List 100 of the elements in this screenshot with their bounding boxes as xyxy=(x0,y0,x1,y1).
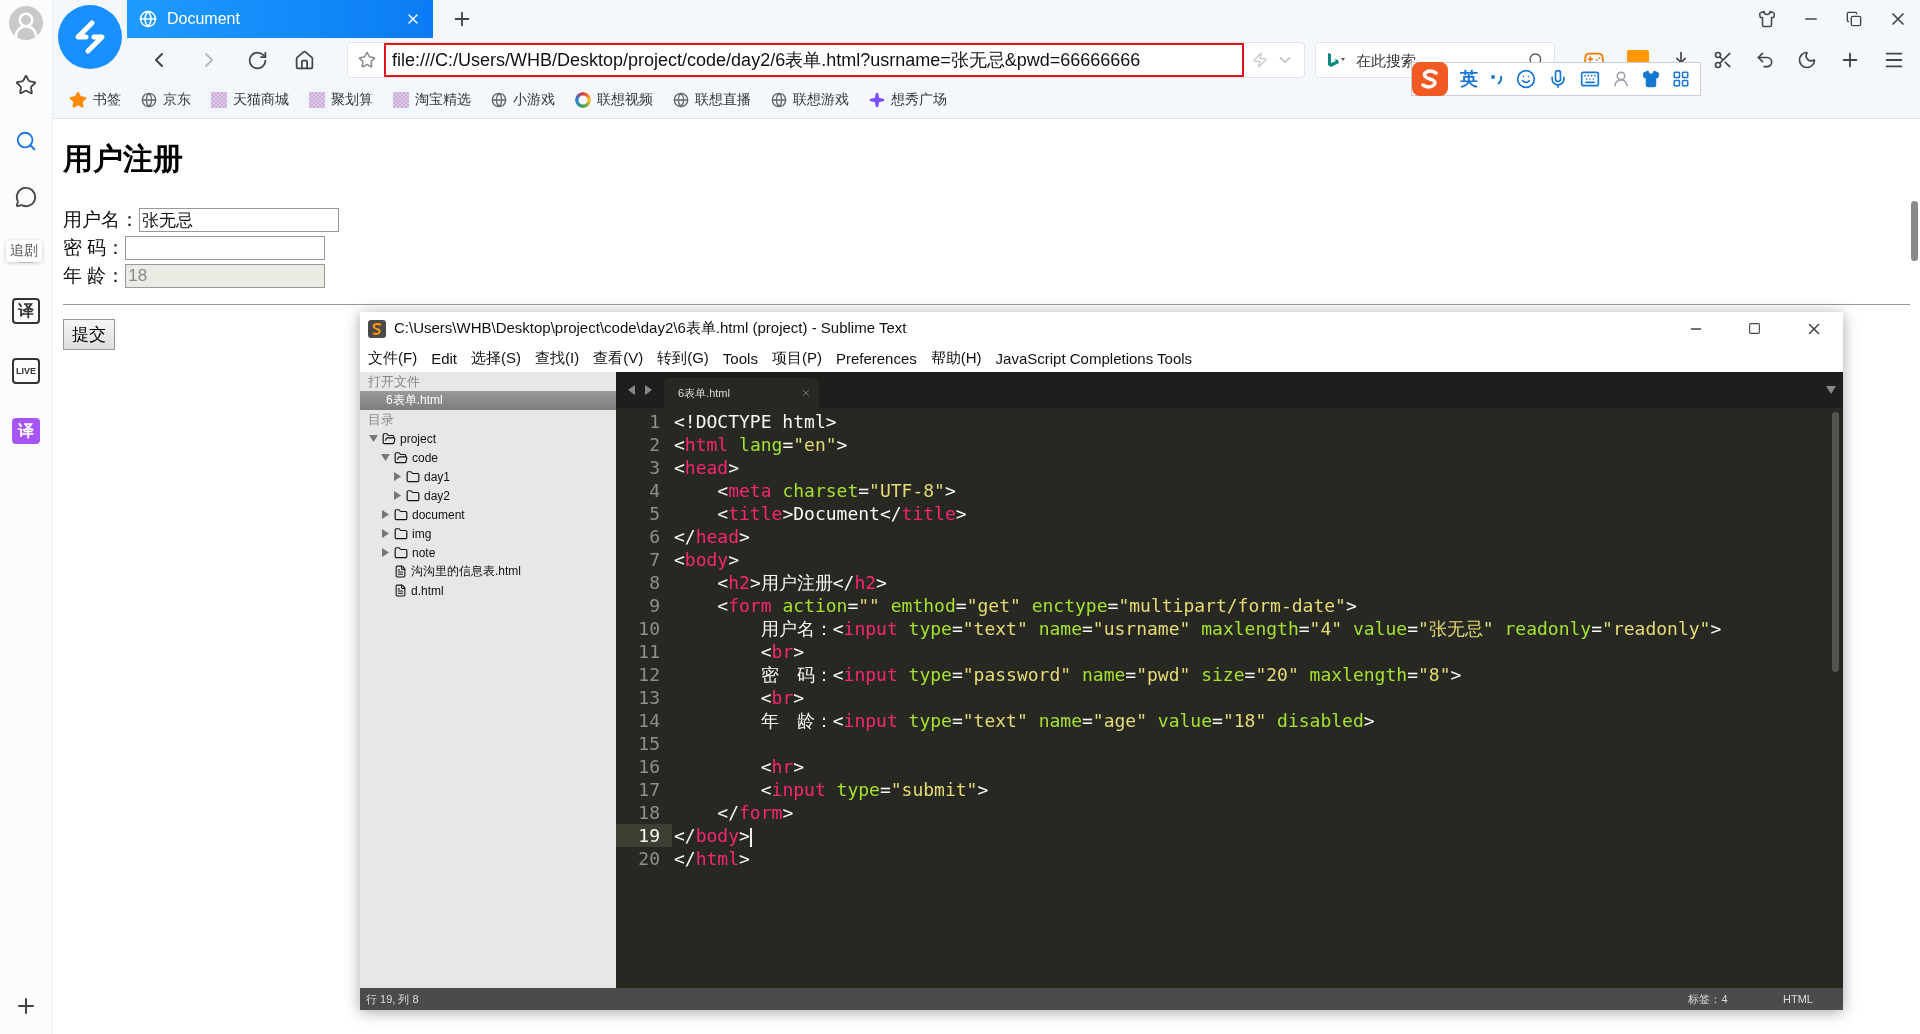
ring-icon xyxy=(575,92,591,108)
file-icon xyxy=(394,565,407,578)
chat-icon[interactable] xyxy=(15,186,37,208)
sparkle-icon xyxy=(869,92,885,108)
line-number: 7 xyxy=(648,548,661,571)
code-line: <input type="submit"> xyxy=(759,778,989,801)
submit-button[interactable]: 提交 xyxy=(63,319,115,350)
code-line: <form action="" emthod="get" enctype="multipart/form-date"> xyxy=(716,594,1357,617)
tab-size[interactable]: 标签：4 xyxy=(1663,991,1753,1007)
moon-icon[interactable] xyxy=(1797,50,1817,70)
bookmark-link[interactable]: 淘宝精选 xyxy=(393,91,471,109)
microphone-icon[interactable] xyxy=(1548,69,1568,89)
bookmark-link[interactable]: 书签 xyxy=(69,91,121,109)
menu-item[interactable]: 项目(P) xyxy=(771,349,822,368)
grid-icon[interactable] xyxy=(1672,70,1690,88)
sidebar-heading: 目录 xyxy=(367,410,395,429)
code-line: </form> xyxy=(716,801,794,824)
line-number: 4 xyxy=(648,479,661,502)
code-line: <title>Document</title> xyxy=(716,502,967,525)
globe-icon xyxy=(673,92,689,108)
scissors-icon[interactable] xyxy=(1713,50,1733,70)
menu-item[interactable]: 选择(S) xyxy=(471,349,521,368)
menu-item[interactable]: Edit xyxy=(431,350,457,367)
folder-icon xyxy=(406,469,420,484)
input-field[interactable] xyxy=(125,236,326,260)
field-label: 年 龄： xyxy=(63,264,126,288)
collapsed-arrow-icon[interactable] xyxy=(380,510,390,519)
bookmark-link[interactable]: 小游戏 xyxy=(491,91,555,109)
line-number: 17 xyxy=(637,778,661,801)
home-icon[interactable] xyxy=(294,49,315,71)
restore-icon[interactable] xyxy=(1846,11,1862,27)
expanded-arrow-icon[interactable] xyxy=(380,453,390,462)
bookmark-star-icon[interactable] xyxy=(358,51,376,69)
menu-item[interactable]: 查找(I) xyxy=(535,349,580,368)
bookmark-link[interactable]: 天猫商城 xyxy=(211,91,289,109)
menu-item[interactable]: 帮助(H) xyxy=(930,349,982,368)
code-line: </body> xyxy=(673,824,752,847)
syntax-mode[interactable]: HTML xyxy=(1753,993,1843,1005)
emoji-icon[interactable] xyxy=(1516,69,1536,89)
scrollbar-thumb[interactable] xyxy=(1911,201,1918,261)
bookmark-link[interactable]: 联想直播 xyxy=(673,91,751,109)
collapsed-arrow-icon[interactable] xyxy=(380,548,390,557)
dropdown-icon[interactable] xyxy=(1825,385,1837,395)
line-number: 10 xyxy=(637,617,661,640)
line-number: 8 xyxy=(648,571,661,594)
collapsed-arrow-icon[interactable] xyxy=(392,491,402,500)
tree-item[interactable]: day1 xyxy=(360,467,616,486)
star-icon xyxy=(69,91,87,109)
bookmark-link[interactable]: 聚划算 xyxy=(309,91,373,109)
tree-item[interactable]: day2 xyxy=(360,486,616,505)
rail-button[interactable]: LIVE xyxy=(12,358,40,384)
collapsed-arrow-icon[interactable] xyxy=(380,529,390,538)
input-field[interactable]: 张无忌 xyxy=(139,208,339,232)
keyboard-icon[interactable] xyxy=(1580,69,1600,89)
globe-icon xyxy=(141,92,157,108)
scrollbar-thumb[interactable] xyxy=(1832,412,1839,672)
tree-item[interactable]: document xyxy=(360,505,616,524)
undo-icon[interactable] xyxy=(1755,50,1775,70)
menu-item[interactable]: 查看(V) xyxy=(593,349,644,368)
rail-button[interactable]: 译 xyxy=(12,298,40,324)
star-icon[interactable] xyxy=(15,74,37,96)
line-number: 11 xyxy=(637,640,661,663)
rail-button[interactable]: 译 xyxy=(12,418,40,444)
bookmark-link[interactable]: 联想游戏 xyxy=(771,91,849,109)
menu-item[interactable]: JavaScript Completions Tools xyxy=(995,350,1193,367)
code-line: </html> xyxy=(673,847,750,870)
line-number: 13 xyxy=(637,686,661,709)
pixel-icon xyxy=(309,92,325,108)
field-label: 用户名： xyxy=(63,208,139,232)
user-icon[interactable] xyxy=(1612,70,1630,88)
line-number: 1 xyxy=(648,410,661,433)
editor-tab[interactable]: 6表单.html xyxy=(664,378,819,408)
bookmark-link[interactable]: 京东 xyxy=(141,91,191,109)
menu-item[interactable]: Tools xyxy=(722,350,758,367)
menu-item[interactable]: Preferences xyxy=(835,350,917,367)
expanded-arrow-icon[interactable] xyxy=(368,434,378,443)
bookmark-link[interactable]: 联想视频 xyxy=(575,91,653,109)
tree-item[interactable]: note xyxy=(360,543,616,562)
tree-item[interactable]: project xyxy=(360,429,616,448)
pixel-icon xyxy=(211,92,227,108)
address-field[interactable]: file:///C:/Users/WHB/Desktop/project/code/day2/6表单.html?usrname=张无忌&pwd=66666666 xyxy=(384,43,1244,77)
shirt-icon[interactable] xyxy=(1642,70,1660,88)
code-line: </head> xyxy=(673,525,750,548)
tree-item[interactable]: 沟沟里的信息表.html xyxy=(360,562,616,581)
punctuation-icon[interactable] xyxy=(1490,72,1504,86)
collapsed-arrow-icon[interactable] xyxy=(392,472,402,481)
menu-item[interactable]: 转到(G) xyxy=(657,349,709,368)
bookmark-link[interactable]: 想秀广场 xyxy=(869,91,947,109)
tree-item[interactable]: img xyxy=(360,524,616,543)
menu-item[interactable]: 文件(F) xyxy=(368,349,418,368)
shirt-icon[interactable] xyxy=(1758,10,1776,28)
folder-icon xyxy=(394,545,408,560)
file-icon xyxy=(394,584,407,597)
tree-item[interactable]: d.html xyxy=(360,581,616,600)
tree-item[interactable]: code xyxy=(360,448,616,467)
line-number: 18 xyxy=(637,801,661,824)
code-line: <head> xyxy=(673,456,740,479)
line-number: 19 xyxy=(616,824,672,847)
reload-icon[interactable] xyxy=(247,49,268,71)
search-icon[interactable] xyxy=(15,130,37,152)
